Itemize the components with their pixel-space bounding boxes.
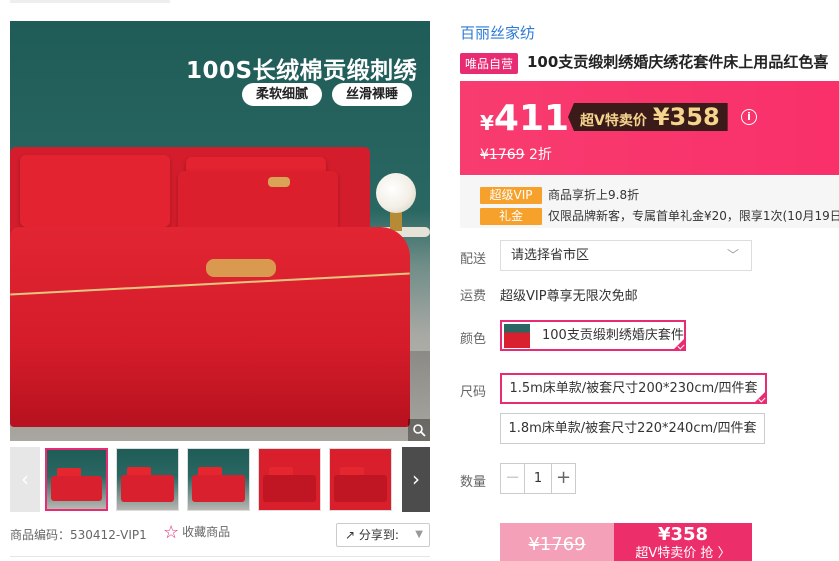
pillow-decor (20, 155, 170, 227)
product-title: 100支贡缎刺绣婚庆绣花套件床上用品红色喜 (527, 53, 829, 71)
minus-button[interactable]: − (501, 464, 525, 493)
promo-panel: 超级VIP 商品享折上9.8折 礼金 仅限品牌新客，专属首单礼金¥20，限享1次(1… (460, 176, 839, 228)
quantity-label: 数量 (460, 475, 487, 490)
thumbnail[interactable] (258, 448, 321, 511)
share-icon: ↗ (345, 528, 359, 542)
svip-label: 超V特卖价 (580, 113, 647, 129)
lamp-decor (376, 173, 416, 213)
shipping-label: 配送 (460, 252, 487, 267)
promo-row: 礼金 仅限品牌新客，专属首单礼金¥20，限享1次(10月19日1 (480, 207, 839, 227)
self-operated-badge: 唯品自营 (460, 53, 519, 74)
promo-tag: 超级VIP (480, 187, 542, 204)
chevron-right-icon[interactable]: › (402, 447, 430, 512)
shipping-fee-label: 运费 (460, 289, 487, 304)
chevron-left-icon[interactable]: ‹ (10, 447, 40, 512)
original-price: ¥1769 2折 (480, 144, 552, 164)
star-icon: ☆ (163, 522, 180, 543)
product-code: 商品编码：530412-VIP1 (10, 526, 147, 543)
size-option[interactable]: 1.5m床单款/被套尺寸200*230cm/四件套 (500, 373, 767, 404)
original-price-button[interactable]: ¥1769 (500, 523, 614, 561)
thumbnail-strip: ‹ › (10, 447, 430, 512)
svip-buy-button[interactable]: ¥358 超V特卖价 抢 〉 (614, 523, 752, 561)
thumbnail[interactable] (329, 448, 392, 511)
chevron-down-icon: ﹀ (726, 248, 739, 262)
original-price-value: ¥1769 (480, 147, 525, 163)
promo-row: 超级VIP 商品享折上9.8折 (480, 186, 639, 206)
size-option-label: 1.5m床单款/被套尺寸200*230cm/四件套 (509, 381, 758, 396)
duvet-decor (10, 227, 410, 427)
currency-symbol: ¥ (480, 111, 494, 135)
promo-text: 商品享折上9.8折 (548, 188, 640, 202)
svip-buy-label: 超V特卖价 抢 〉 (635, 546, 731, 561)
favorite-label: 收藏商品 (182, 525, 231, 539)
image-tag: 柔软细腻 (242, 83, 323, 106)
thumbnail[interactable] (116, 448, 179, 511)
shipping-fee-text: 超级VIP尊享无限次免邮 (500, 289, 638, 304)
color-option-label: 100支贡缎刺绣婚庆套件 (542, 328, 684, 343)
product-code-value: 530412-VIP1 (70, 528, 147, 542)
size-option[interactable]: 1.8m床单款/被套尺寸220*240cm/四件套 (500, 413, 765, 444)
plus-button[interactable]: + (551, 464, 575, 493)
region-select[interactable]: 请选择省市区 ﹀ (500, 240, 752, 271)
svip-buy-price: ¥358 (657, 524, 709, 545)
embroidery-decor (268, 177, 290, 187)
current-price: ¥411 (480, 98, 569, 139)
size-option-label: 1.8m床单款/被套尺寸220*240cm/四件套 (508, 421, 757, 436)
share-label: 分享到: (358, 528, 399, 542)
svip-price-badge: 超V特卖价 ¥358 (568, 103, 728, 131)
size-label: 尺码 (460, 385, 487, 400)
color-label: 颜色 (460, 332, 487, 347)
quantity-input[interactable]: 1 (525, 464, 551, 493)
current-price-value: 411 (493, 98, 570, 139)
promo-tag: 礼金 (480, 208, 542, 225)
top-divider (10, 0, 170, 3)
quantity-stepper: − 1 + (500, 463, 576, 494)
color-swatch (504, 324, 530, 348)
brand-link[interactable]: 百丽丝家纺 (460, 22, 535, 43)
embroidery-decor (206, 259, 276, 277)
product-code-label: 商品编码： (10, 528, 71, 542)
price-panel: ¥411 超V特卖价 ¥358 i ¥1769 2折 (460, 81, 839, 175)
region-select-value: 请选择省市区 (511, 248, 590, 263)
favorite-button[interactable]: ☆ 收藏商品 (163, 522, 230, 543)
caret-down-icon: ▼ (415, 529, 423, 540)
divider (10, 556, 430, 557)
thumbnail[interactable] (45, 448, 108, 511)
discount-label: 2折 (529, 147, 552, 163)
thumbnail[interactable] (187, 448, 250, 511)
info-icon[interactable]: i (741, 109, 757, 125)
pillow-decor (178, 171, 338, 233)
promo-text: 仅限品牌新客，专属首单礼金¥20，限享1次(10月19日1 (548, 209, 839, 223)
main-product-image[interactable]: 100S长绒棉贡缎刺绣 柔软细腻 丝滑裸睡 (10, 21, 430, 441)
lamp-base-decor (390, 211, 402, 231)
share-button[interactable]: ↗ 分享到: ▼ (336, 523, 430, 547)
search-icon[interactable] (408, 419, 430, 441)
color-option[interactable]: 100支贡缎刺绣婚庆套件 (500, 320, 686, 351)
svip-price: ¥358 (652, 103, 720, 131)
image-tag: 丝滑裸睡 (332, 83, 413, 106)
image-headline: 100S长绒棉贡缎刺绣 (186, 58, 418, 84)
